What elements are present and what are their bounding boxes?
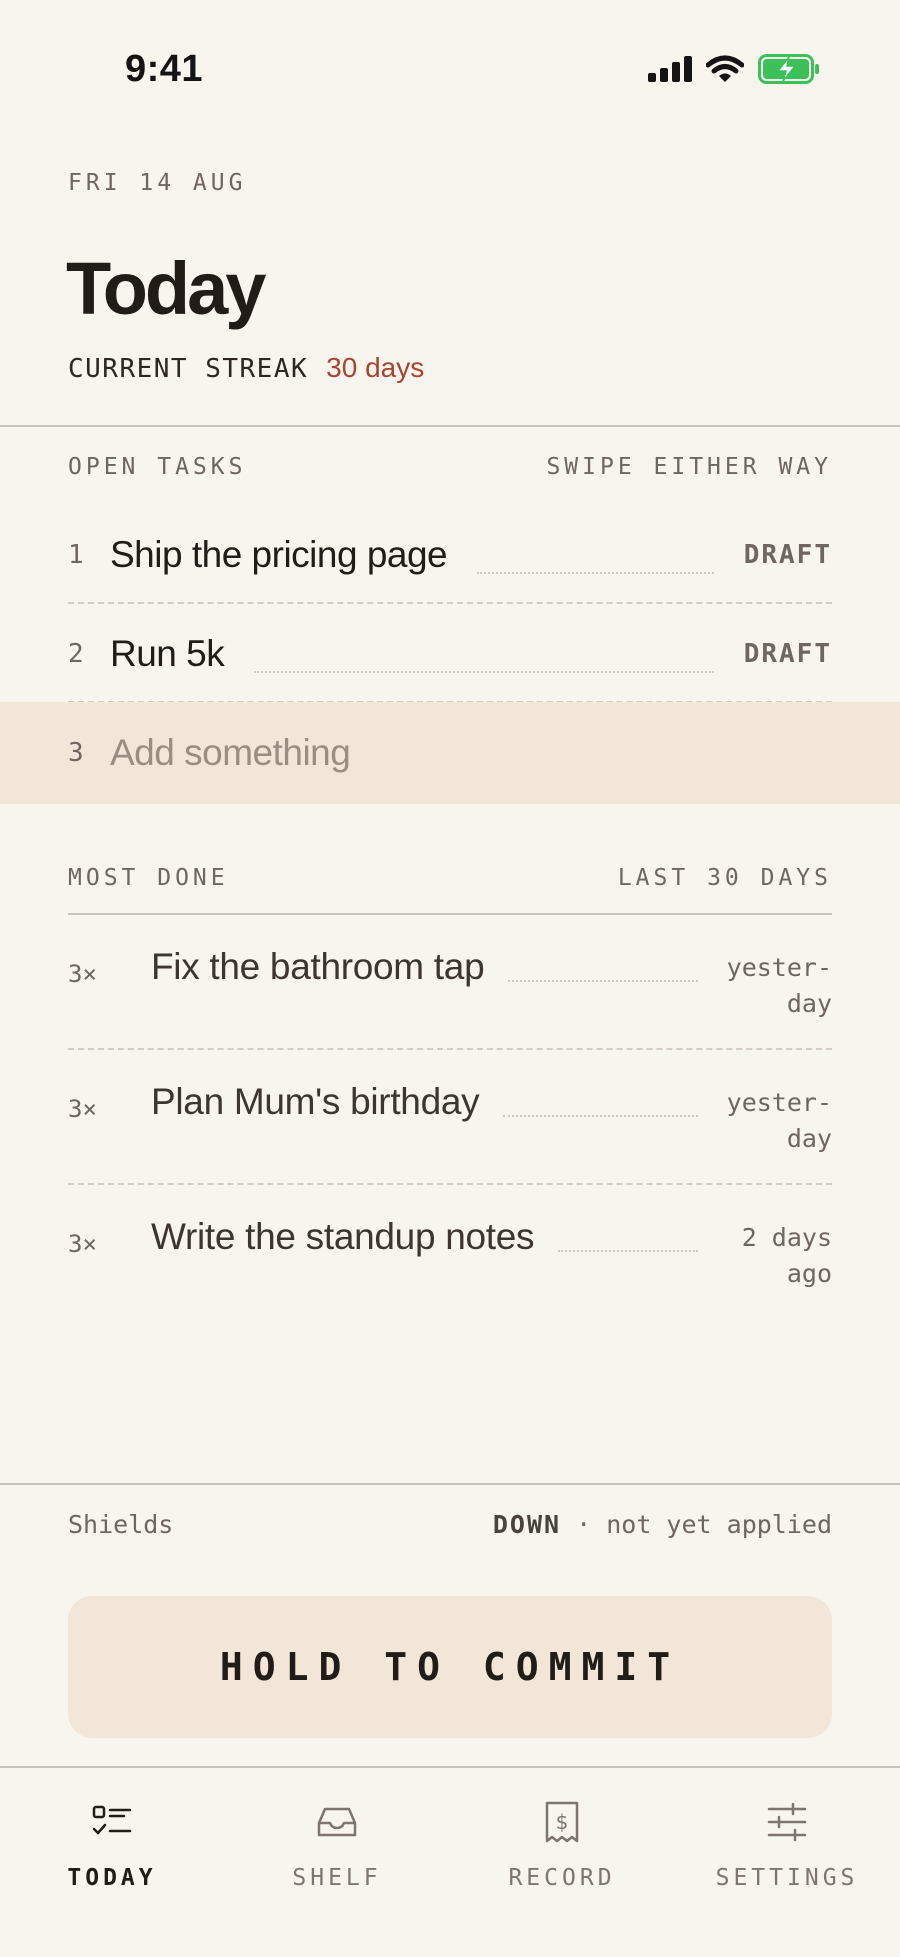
checklist-icon bbox=[92, 1797, 132, 1847]
tab-record[interactable]: $ RECORD bbox=[462, 1797, 662, 1891]
tab-bar: TODAY SHELF $ RECORD SETTINGS bbox=[0, 1767, 900, 1957]
done-count: 3× bbox=[68, 960, 97, 988]
tab-shelf[interactable]: SHELF bbox=[237, 1797, 437, 1891]
done-count: 3× bbox=[68, 1095, 97, 1123]
task-number: 3 bbox=[68, 738, 84, 768]
row-divider bbox=[68, 602, 832, 604]
sliders-icon bbox=[767, 1797, 807, 1847]
tab-settings[interactable]: SETTINGS bbox=[687, 1797, 887, 1891]
date-label: FRI 14 AUG bbox=[68, 170, 247, 196]
most-done-item[interactable]: 3× Plan Mum's birthday yester- day bbox=[68, 1079, 832, 1214]
status-time: 9:41 bbox=[125, 48, 204, 90]
shields-state: DOWN bbox=[492, 1510, 562, 1539]
done-when: yester- day bbox=[726, 953, 832, 1018]
wifi-icon bbox=[706, 55, 744, 82]
tab-label: TODAY bbox=[67, 1865, 157, 1891]
cellular-signal-icon bbox=[648, 56, 692, 82]
most-done-item[interactable]: 3× Fix the bathroom tap yester- day bbox=[68, 944, 832, 1079]
row-divider bbox=[68, 1183, 832, 1185]
task-text: Ship the pricing page bbox=[110, 534, 448, 575]
tab-label: RECORD bbox=[508, 1865, 616, 1891]
task-status-badge: DRAFT bbox=[743, 639, 832, 669]
tab-label: SHELF bbox=[292, 1865, 382, 1891]
most-done-item[interactable]: 3× Write the standup notes 2 days ago bbox=[68, 1214, 832, 1349]
tab-today[interactable]: TODAY bbox=[12, 1797, 212, 1891]
task-number: 2 bbox=[68, 639, 84, 669]
most-done-header: MOST DONE LAST 30 DAYS bbox=[68, 865, 832, 891]
add-task-input[interactable]: Add something bbox=[110, 732, 351, 774]
receipt-dollar-icon: $ bbox=[544, 1797, 580, 1847]
shields-label: Shields bbox=[68, 1510, 174, 1539]
footer-divider bbox=[0, 1483, 900, 1485]
task-status-badge: DRAFT bbox=[743, 540, 832, 570]
swipe-hint: SWIPE EITHER WAY bbox=[546, 454, 832, 480]
dotted-leader bbox=[477, 572, 714, 574]
page-title: Today bbox=[66, 247, 266, 330]
done-text: Write the standup notes bbox=[151, 1216, 535, 1257]
open-tasks-heading: OPEN TASKS bbox=[68, 454, 247, 480]
status-icons bbox=[648, 54, 820, 84]
shields-note: · not yet applied bbox=[576, 1510, 832, 1539]
dotted-leader bbox=[558, 1214, 698, 1252]
battery-charging-icon bbox=[758, 54, 819, 84]
task-text: Run 5k bbox=[110, 633, 225, 674]
shields-status: DOWN · not yet applied bbox=[493, 1510, 832, 1539]
add-task-row[interactable]: 3 Add something bbox=[0, 702, 900, 804]
most-done-range: LAST 30 DAYS bbox=[617, 865, 832, 891]
dotted-leader bbox=[254, 671, 714, 673]
done-when: yester- day bbox=[726, 1088, 832, 1153]
row-divider bbox=[68, 1048, 832, 1050]
done-text: Plan Mum's birthday bbox=[151, 1081, 480, 1122]
streak-line: CURRENT STREAK 30 days bbox=[68, 352, 424, 384]
task-row[interactable]: 2 Run 5k DRAFT bbox=[68, 605, 832, 703]
svg-text:$: $ bbox=[556, 1810, 569, 1834]
inbox-tray-icon bbox=[316, 1797, 358, 1847]
streak-value: 30 days bbox=[326, 352, 425, 383]
done-text: Fix the bathroom tap bbox=[151, 946, 485, 987]
open-tasks-header: OPEN TASKS SWIPE EITHER WAY bbox=[68, 454, 832, 480]
task-row[interactable]: 1 Ship the pricing page DRAFT bbox=[68, 506, 832, 604]
hold-to-commit-button[interactable]: HOLD TO COMMIT bbox=[68, 1596, 832, 1738]
most-done-heading: MOST DONE bbox=[68, 865, 229, 891]
dotted-leader bbox=[508, 944, 698, 982]
dotted-leader bbox=[503, 1079, 698, 1117]
header-divider bbox=[0, 425, 900, 427]
task-number: 1 bbox=[68, 540, 84, 570]
done-when: 2 days ago bbox=[741, 1223, 832, 1288]
shields-row: Shields DOWN · not yet applied bbox=[68, 1510, 832, 1539]
most-done-divider bbox=[68, 913, 832, 915]
streak-label: CURRENT STREAK bbox=[68, 354, 309, 384]
tab-label: SETTINGS bbox=[715, 1865, 859, 1891]
done-count: 3× bbox=[68, 1230, 97, 1258]
